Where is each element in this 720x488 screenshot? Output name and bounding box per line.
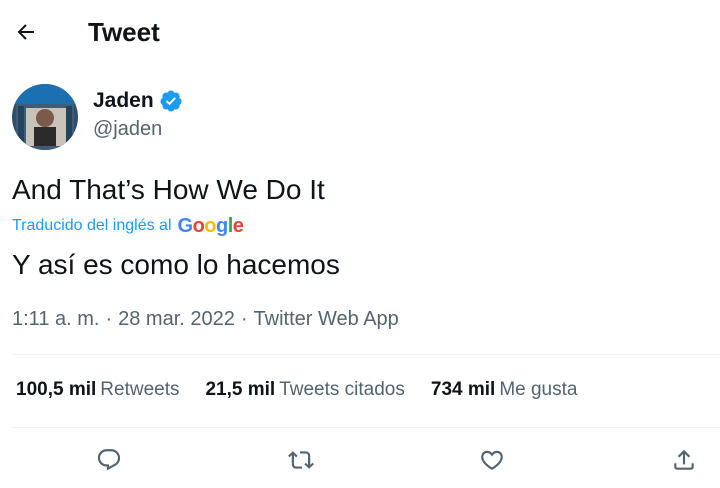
author-name[interactable]: Jaden <box>93 88 183 114</box>
quotes-count: 21,5 mil <box>205 379 276 400</box>
google-logo: Google <box>177 214 244 237</box>
like-icon <box>481 450 503 470</box>
verified-badge-icon <box>160 90 182 112</box>
reply-button[interactable] <box>89 440 129 480</box>
translation-attribution[interactable]: Traducido del inglés al Google <box>12 214 244 238</box>
translation-label: Traducido del inglés al <box>12 217 172 234</box>
page-title: Tweet <box>88 17 160 47</box>
share-icon <box>674 449 694 470</box>
avatar-image <box>12 84 78 150</box>
share-button[interactable] <box>664 440 704 480</box>
meta-separator: · <box>105 308 113 330</box>
retweets-label: Retweets <box>100 379 180 400</box>
tweet-meta: 1:11 a. m. · 28 mar. 2022 · Twitter Web … <box>12 307 399 331</box>
divider <box>12 354 720 355</box>
reply-icon <box>97 449 121 471</box>
back-button[interactable] <box>8 14 44 50</box>
quotes-label: Tweets citados <box>279 379 405 400</box>
meta-separator: · <box>240 308 248 330</box>
arrow-left-icon <box>17 24 34 40</box>
likes-label: Me gusta <box>499 379 578 400</box>
tweet-stats: 100,5 mil Retweets 21,5 mil Tweets citad… <box>16 378 603 402</box>
tweet-time[interactable]: 1:11 a. m. <box>12 307 99 331</box>
quotes-stat[interactable]: 21,5 mil Tweets citados <box>205 378 404 402</box>
tweet-source[interactable]: Twitter Web App <box>254 307 399 331</box>
avatar[interactable] <box>12 84 78 150</box>
translated-text: Y así es como lo hacemos <box>12 249 340 280</box>
likes-count: 734 mil <box>430 379 496 400</box>
likes-stat[interactable]: 734 mil Me gusta <box>431 378 578 402</box>
author-name-text: Jaden <box>93 89 154 112</box>
tweet-text: And That’s How We Do It <box>12 174 325 205</box>
divider <box>12 427 720 428</box>
tweet-header: Tweet <box>0 0 720 64</box>
like-button[interactable] <box>472 440 512 480</box>
author-handle[interactable]: @jaden <box>93 117 162 141</box>
retweets-count: 100,5 mil <box>16 379 97 400</box>
retweet-icon <box>288 451 314 469</box>
retweet-button[interactable] <box>281 440 321 480</box>
tweet-date[interactable]: 28 mar. 2022 <box>118 307 235 331</box>
retweets-stat[interactable]: 100,5 mil Retweets <box>16 378 179 402</box>
